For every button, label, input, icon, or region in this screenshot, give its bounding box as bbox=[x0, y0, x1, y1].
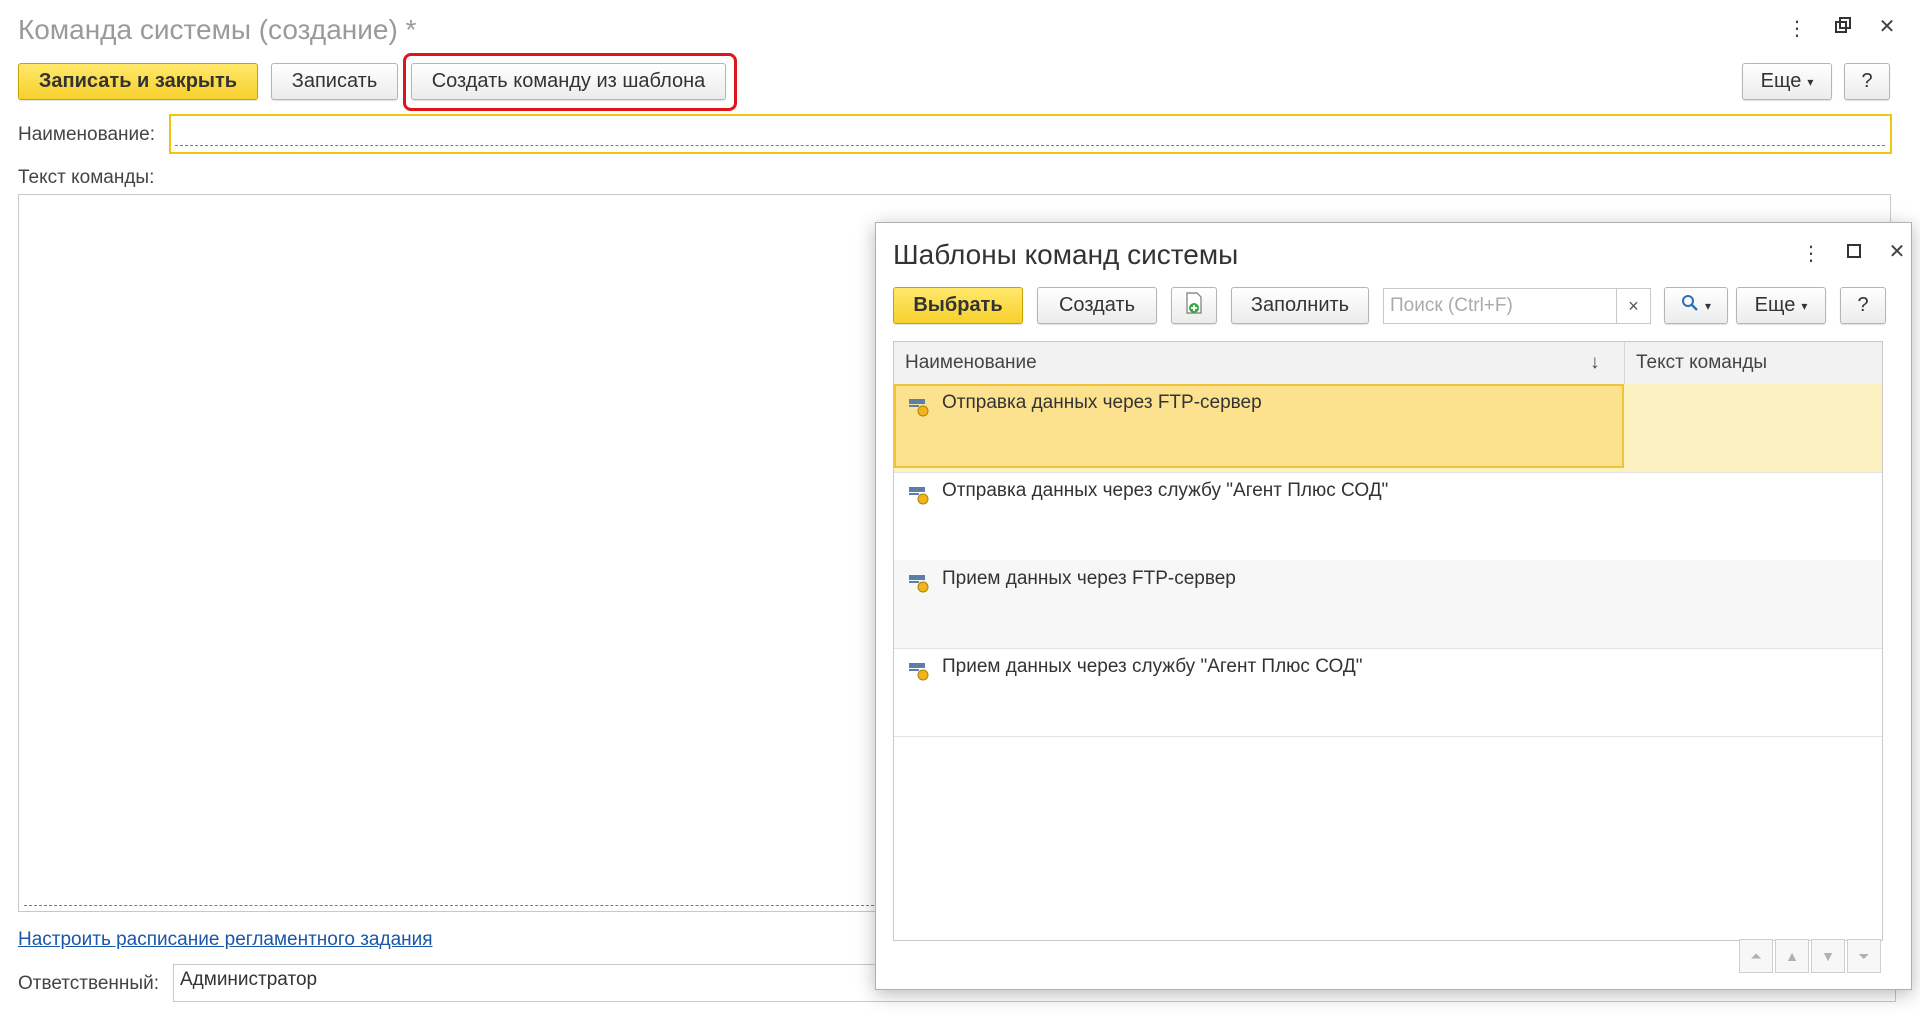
name-label: Наименование: bbox=[18, 124, 155, 145]
required-underline bbox=[175, 145, 1885, 146]
chevron-down-icon: ▾ bbox=[1801, 298, 1808, 313]
table-row[interactable]: Отправка данных через FTP-сервер bbox=[894, 384, 1882, 473]
more-menu-button[interactable]: Еще ▾ bbox=[1742, 63, 1832, 100]
search-options-button[interactable]: ▾ bbox=[1664, 287, 1728, 324]
row-name: Прием данных через FTP-сервер bbox=[942, 568, 1236, 589]
search-input[interactable]: Поиск (Ctrl+F) bbox=[1383, 288, 1617, 324]
more-label: Еще bbox=[1760, 70, 1802, 92]
add-copy-button[interactable] bbox=[1171, 287, 1217, 324]
table-header: Наименование ↓ Текст команды bbox=[894, 342, 1882, 385]
save-and-close-button[interactable]: Записать и закрыть bbox=[18, 63, 258, 100]
required-underline bbox=[24, 905, 884, 906]
save-button[interactable]: Записать bbox=[271, 63, 398, 100]
schedule-link[interactable]: Настроить расписание регламентного задан… bbox=[18, 929, 433, 951]
row-name: Отправка данных через FTP-сервер bbox=[942, 392, 1262, 413]
template-item-icon bbox=[908, 484, 930, 506]
table-row[interactable]: Отправка данных через службу "Агент Плюс… bbox=[894, 472, 1882, 561]
help-button[interactable]: ? bbox=[1844, 63, 1890, 100]
chevron-down-icon: ▾ bbox=[1704, 298, 1712, 313]
column-divider bbox=[1624, 342, 1625, 384]
next-page-icon[interactable]: ▼ bbox=[1811, 939, 1845, 973]
sort-indicator: ↓ bbox=[1590, 352, 1600, 373]
table-row[interactable]: Прием данных через службу "Агент Плюс СО… bbox=[894, 648, 1882, 737]
dialog-help-button[interactable]: ? bbox=[1840, 287, 1886, 324]
dialog-more-button[interactable]: Еще ▾ bbox=[1736, 287, 1826, 324]
templates-dialog: Шаблоны команд системы ⋮ ✕ Выбрать Созда… bbox=[875, 222, 1912, 990]
last-page-icon[interactable]: ⏷ bbox=[1847, 939, 1881, 973]
column-header-name[interactable]: Наименование bbox=[905, 342, 1037, 384]
chevron-down-icon: ▾ bbox=[1807, 74, 1814, 89]
close-icon[interactable]: ✕ bbox=[1870, 14, 1904, 39]
first-page-icon[interactable]: ⏶ bbox=[1739, 939, 1773, 973]
highlight-frame bbox=[403, 53, 737, 111]
close-icon[interactable]: ✕ bbox=[1880, 239, 1914, 264]
row-name: Прием данных через службу "Агент Плюс СО… bbox=[942, 656, 1363, 677]
column-header-command-text[interactable]: Текст команды bbox=[1636, 342, 1767, 384]
dialog-title: Шаблоны команд системы bbox=[893, 239, 1239, 270]
fill-button[interactable]: Заполнить bbox=[1231, 287, 1369, 324]
kebab-menu-icon[interactable]: ⋮ bbox=[1794, 241, 1828, 266]
kebab-menu-icon[interactable]: ⋮ bbox=[1780, 16, 1814, 41]
template-item-icon bbox=[908, 660, 930, 682]
name-field[interactable] bbox=[169, 114, 1892, 154]
form-title: Команда системы (создание) * bbox=[18, 14, 417, 45]
table-row[interactable]: Прием данных через FTP-сервер bbox=[894, 560, 1882, 649]
select-button[interactable]: Выбрать bbox=[893, 287, 1023, 324]
add-copy-icon bbox=[1183, 291, 1205, 321]
row-name: Отправка данных через службу "Агент Плюс… bbox=[942, 480, 1389, 501]
templates-table: Наименование ↓ Текст команды Отправка да… bbox=[893, 341, 1883, 941]
template-item-icon bbox=[908, 572, 930, 594]
maximize-icon[interactable] bbox=[1837, 242, 1871, 265]
restore-window-icon[interactable] bbox=[1826, 16, 1860, 39]
template-item-icon bbox=[908, 396, 930, 418]
search-icon bbox=[1681, 294, 1699, 318]
previous-page-icon[interactable]: ▲ bbox=[1775, 939, 1809, 973]
command-text-label: Текст команды: bbox=[18, 167, 155, 188]
clear-search-button[interactable]: × bbox=[1617, 288, 1651, 324]
more-label: Еще bbox=[1754, 294, 1796, 316]
responsible-label: Ответственный: bbox=[18, 973, 159, 994]
create-button[interactable]: Создать bbox=[1037, 287, 1157, 324]
